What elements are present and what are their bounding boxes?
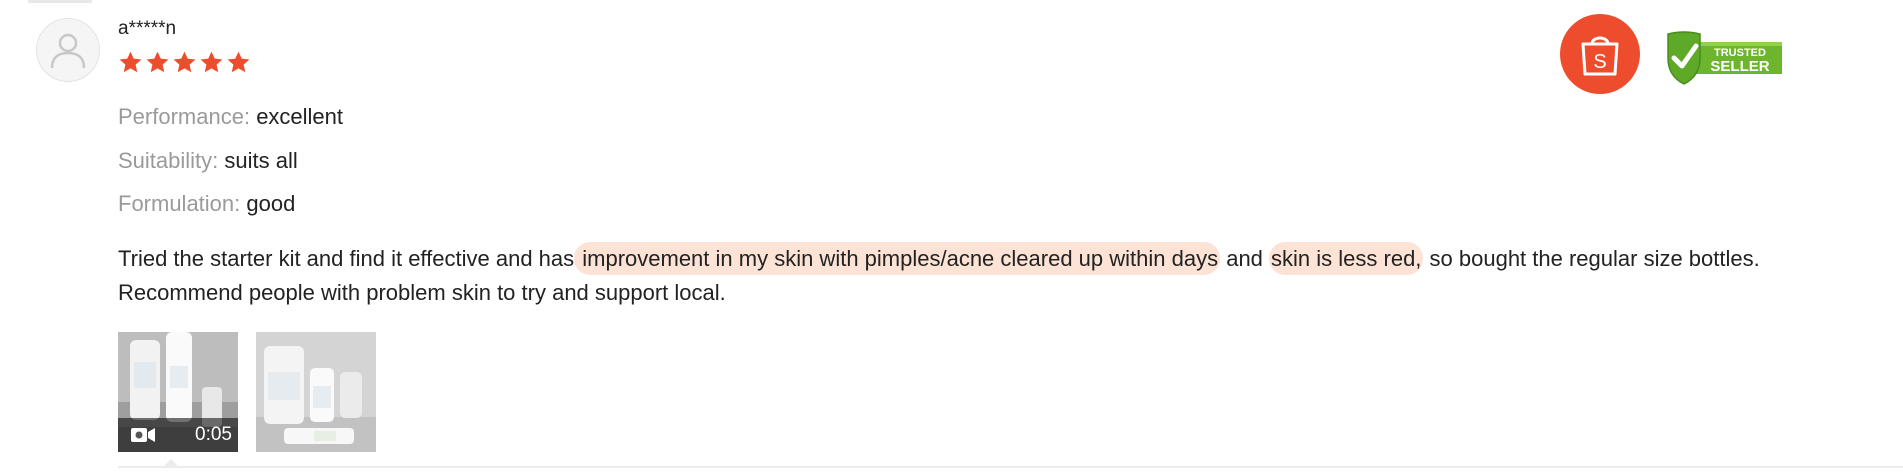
star-icon [173,51,196,73]
video-overlay-bar: 0:05 [118,418,238,452]
top-divider [28,0,92,3]
media-pointer-caret [163,459,179,467]
attribute-label: Performance: [118,104,251,129]
video-duration: 0:05 [195,424,232,445]
attribute-value: excellent [256,104,344,129]
attribute-value: good [246,191,296,216]
star-icon [119,51,142,73]
shopping-bag-icon: S [1581,36,1619,76]
review-photo-image [256,332,376,452]
review-highlight: improvement in my skin with pimples/acne… [574,242,1221,275]
trusted-label-line2: SELLER [1710,58,1769,75]
section-divider [118,466,1903,468]
attribute-suitability: Suitability: suits all [118,148,298,174]
video-camera-icon [131,428,155,442]
star-icon [227,51,250,73]
attribute-value: suits all [224,148,298,173]
star-icon [146,51,169,73]
shop-logo-icon: S [1560,14,1640,94]
attribute-label: Formulation: [118,191,241,216]
attribute-performance: Performance: excellent [118,104,343,130]
review-video-thumbnail[interactable]: 0:05 [118,332,238,452]
star-icon [200,51,223,73]
attribute-label: Suitability: [118,148,219,173]
shop-logo-letter: S [1593,51,1606,73]
trusted-seller-badge: TRUSTED SELLER [1667,31,1782,85]
review-text: Tried the starter kit and find it effect… [118,242,1878,310]
review-text-part: and [1220,246,1270,271]
reviewer-username[interactable]: a*****n [118,18,176,40]
rating-stars [118,50,251,75]
avatar[interactable] [36,18,100,82]
attribute-formulation: Formulation: good [118,191,295,217]
review-text-part: Tried the starter kit and find it effect… [118,246,575,271]
review-highlight: skin is less red, [1269,242,1424,275]
review-photo-thumbnail[interactable] [256,332,376,452]
user-placeholder-icon [50,33,86,69]
